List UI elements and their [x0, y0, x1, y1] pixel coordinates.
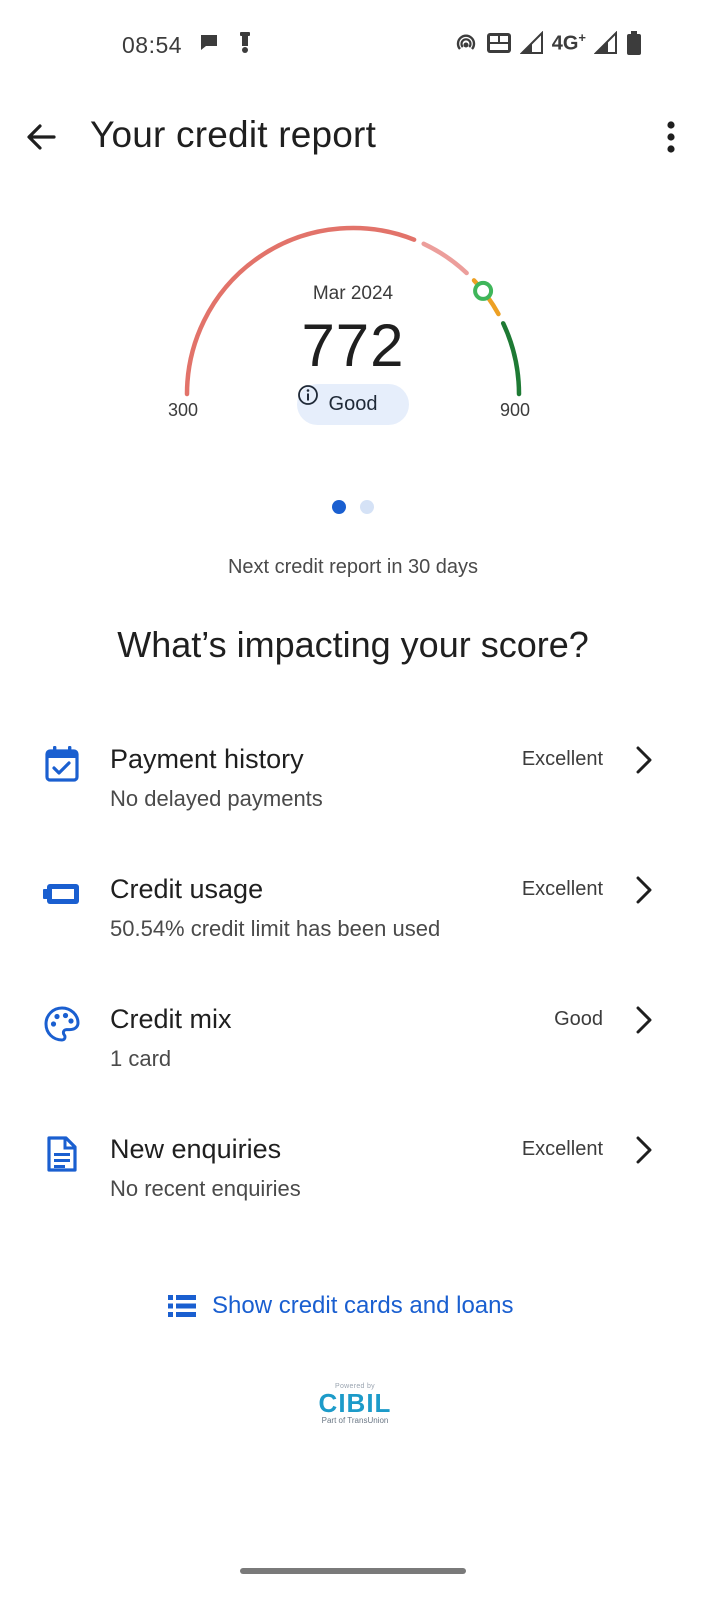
volte-icon [486, 33, 511, 53]
list-icon [168, 1295, 196, 1317]
next-report-text: Next credit report in 30 days [227, 556, 479, 578]
page-dot-1[interactable] [332, 500, 346, 514]
palette-icon [42, 1004, 82, 1044]
factor-subtitle: 50.54% credit limit has been used [110, 916, 441, 941]
factor-rating: Excellent [521, 878, 603, 900]
chevron-right-icon [630, 1004, 658, 1036]
rating-chip[interactable]: Good [297, 384, 409, 425]
factor-subtitle: 1 card [110, 1046, 172, 1071]
credit-score-gauge: Mar 2024 772 300 900 Good [150, 205, 570, 445]
scooter-icon [240, 32, 250, 53]
factor-credit-usage[interactable]: Credit usage 50.54% credit limit has bee… [0, 848, 720, 958]
document-icon [42, 1134, 82, 1174]
factor-subtitle: No delayed payments [110, 786, 323, 811]
gauge-min-label: 300 [168, 400, 199, 420]
chat-bubble-icon [201, 35, 217, 50]
status-system-icons: 4G+ [454, 30, 642, 56]
factor-title: Payment history [110, 744, 304, 774]
status-bar: 08:54 4G+ [0, 0, 720, 90]
section-heading: What’s impacting your score? [117, 624, 589, 665]
factor-credit-mix[interactable]: Credit mix 1 card Good [0, 978, 720, 1088]
status-notification-icons [198, 30, 256, 54]
factor-subtitle: No recent enquiries [110, 1176, 301, 1201]
status-time: 08:54 [122, 32, 183, 58]
rating-label: Good [328, 393, 378, 415]
back-button[interactable] [18, 114, 64, 160]
gesture-nav-handle[interactable] [240, 1568, 466, 1574]
arrow-back-icon [27, 124, 56, 150]
battery-icon [42, 874, 82, 914]
gauge-segment-fair [421, 241, 469, 276]
page-dot-2[interactable] [360, 500, 374, 514]
chevron-right-icon [630, 744, 658, 776]
more-options-button[interactable] [648, 114, 694, 160]
page-indicator [332, 500, 374, 514]
hotspot-icon [456, 34, 475, 50]
cibil-brand: CIBIL [318, 1388, 392, 1418]
factor-title: Credit mix [110, 1004, 232, 1034]
chevron-right-icon [630, 1134, 658, 1166]
factor-rating: Excellent [521, 748, 603, 770]
factor-rating: Good [554, 1008, 603, 1030]
part-of-text: Part of TransUnion [321, 1416, 389, 1425]
info-icon [298, 385, 318, 405]
app-bar: Your credit report [0, 100, 720, 176]
page-title: Your credit report [90, 114, 377, 155]
factor-title: Credit usage [110, 874, 264, 904]
factor-payment-history[interactable]: Payment history No delayed payments Exce… [0, 718, 720, 828]
calendar-check-icon [42, 744, 82, 784]
score-date: Mar 2024 [312, 283, 394, 304]
network-type: 4G+ [551, 30, 586, 55]
more-vert-icon [667, 121, 675, 153]
show-credit-cards-and-loans-button[interactable]: Show credit cards and loans [168, 1292, 514, 1320]
gauge-max-label: 900 [500, 400, 531, 420]
battery-status-icon [627, 31, 641, 55]
cibil-logo: Powered by CIBIL Part of TransUnion [300, 1383, 410, 1433]
show-link-label: Show credit cards and loans [212, 1292, 514, 1319]
credit-score-value: 772 [301, 312, 405, 379]
factor-title: New enquiries [110, 1134, 282, 1164]
signal-1-icon [519, 31, 543, 54]
chevron-right-icon [630, 874, 658, 906]
factor-rating: Excellent [521, 1138, 603, 1160]
signal-2-icon [594, 31, 617, 54]
factor-new-enquiries[interactable]: New enquiries No recent enquiries Excell… [0, 1108, 720, 1218]
